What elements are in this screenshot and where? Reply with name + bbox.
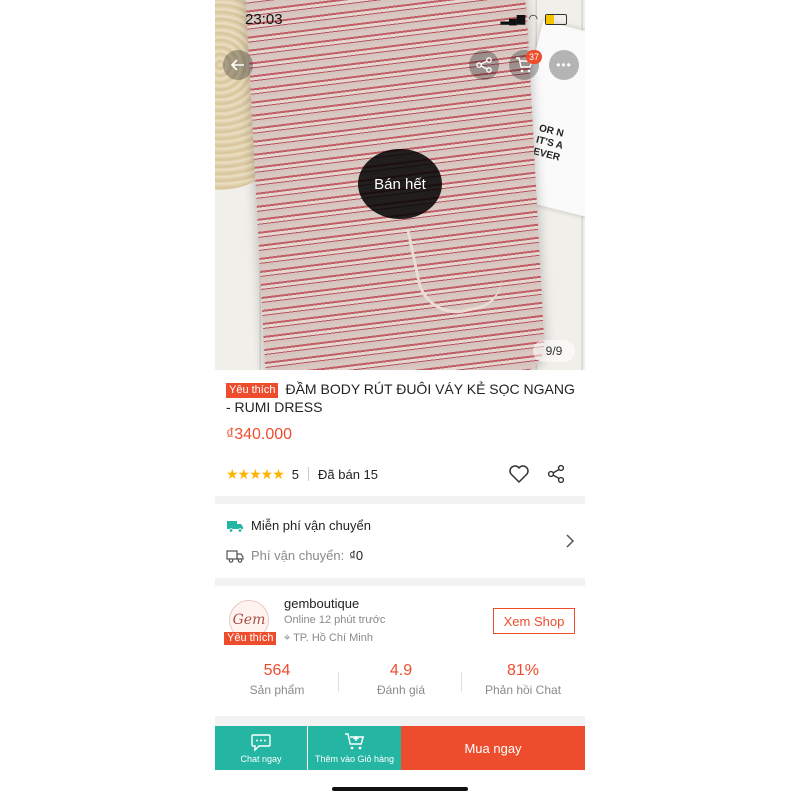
wifi-icon: ◠ [528, 13, 538, 25]
shop-location: ⌖ TP. Hồ Chí Minh [284, 632, 373, 645]
chat-now-button[interactable]: Chat ngay [215, 726, 307, 770]
stat-label: Phản hồi Chat [484, 683, 562, 697]
divider [308, 467, 309, 481]
view-shop-button[interactable]: Xem Shop [493, 608, 575, 634]
stat-separator [461, 672, 462, 692]
shipping-fee-row[interactable]: Phí vận chuyển: ₫0 [226, 548, 363, 563]
stat-value: 4.9 [389, 662, 413, 679]
product-price: ₫340.000 [226, 426, 293, 443]
cart-count-badge: 37 [526, 50, 542, 64]
share-button[interactable] [469, 50, 499, 80]
favorite-badge: Yêu thích [226, 383, 279, 398]
share-icon[interactable] [546, 464, 566, 484]
image-pager: 9/9 [533, 340, 575, 362]
stat-label: Đánh giá [376, 683, 426, 697]
chat-icon [251, 734, 271, 752]
product-screen: OR N IT'S A EVER 23:03 ▂▄▆ ◠ 37 ••• Bán … [215, 0, 585, 800]
buy-now-button[interactable]: Mua ngay [401, 726, 585, 770]
sold-count: Đã bán 15 [318, 466, 378, 482]
add-to-cart-label: Thêm vào Giỏ hàng [314, 754, 395, 764]
truck-icon [226, 549, 244, 563]
sold-out-overlay: Bán hết [358, 149, 442, 219]
bottom-action-bar: Chat ngay Thêm vào Giỏ hàng Mua ngay [215, 726, 585, 770]
add-to-cart-button[interactable]: Thêm vào Giỏ hàng [308, 726, 401, 770]
chat-now-label: Chat ngay [240, 754, 282, 764]
free-shipping-row: Miễn phí vận chuyển [226, 518, 371, 533]
shop-favorite-badge: Yêu thích [224, 632, 277, 645]
shop-stat-chat-response: 81% Phản hồi Chat [463, 662, 583, 697]
more-icon: ••• [556, 58, 572, 72]
stat-value: 564 [263, 662, 291, 679]
stat-label: Sản phẩm [249, 683, 305, 697]
shop-online-status: Online 12 phút trước [284, 614, 386, 626]
rating-value: 5 [291, 466, 299, 482]
heart-icon[interactable] [508, 463, 530, 485]
free-shipping-label: Miễn phí vận chuyển [251, 518, 371, 533]
status-icons: ▂▄▆ ◠ [501, 12, 567, 25]
battery-icon [545, 13, 567, 25]
status-time: 23:03 [245, 11, 283, 28]
stat-separator [338, 672, 339, 692]
share-icon [476, 57, 492, 73]
add-cart-icon [344, 733, 364, 750]
product-title-block: Yêu thích ĐẦM BODY RÚT ĐUÔI VÁY KẺ SỌC NG… [226, 380, 578, 416]
chevron-right-icon[interactable] [565, 534, 575, 548]
section-divider [215, 496, 585, 504]
shop-name[interactable]: gemboutique [284, 596, 359, 611]
shipping-fee-value: ₫0 [349, 548, 364, 563]
shipping-fee-label: Phí vận chuyển: [251, 548, 345, 563]
shop-stat-rating: 4.9 Đánh giá [341, 662, 461, 697]
location-pin-icon: ⌖ [284, 632, 291, 644]
shop-stat-products: 564 Sản phẩm [217, 662, 337, 697]
card-print-text: OR N IT'S A EVER [531, 122, 565, 164]
free-shipping-truck-icon [227, 520, 243, 533]
rating-stars-icon: ★★★★★ [226, 465, 285, 482]
more-button[interactable]: ••• [549, 50, 579, 80]
home-indicator[interactable] [332, 787, 468, 791]
section-divider [215, 578, 585, 586]
product-image[interactable]: OR N IT'S A EVER 23:03 ▂▄▆ ◠ 37 ••• Bán … [215, 0, 585, 370]
section-divider [215, 716, 585, 726]
stat-value: 81% [506, 662, 540, 679]
shop-location-text: TP. Hồ Chí Minh [293, 632, 373, 644]
arrow-left-icon [230, 59, 244, 71]
back-button[interactable] [223, 50, 253, 80]
signal-icon: ▂▄▆ [500, 13, 526, 25]
